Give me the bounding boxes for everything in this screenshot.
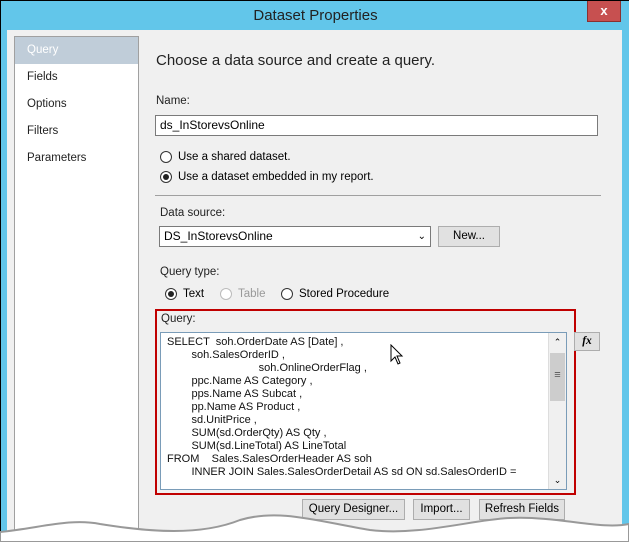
radio-button [220,288,232,300]
radio-query-table: Table [220,288,266,300]
window-title: Dataset Properties [253,7,378,24]
query-label: Query: [161,313,196,325]
close-button[interactable]: x [587,1,621,22]
chevron-up-icon[interactable]: ⌃ [549,333,566,351]
expression-fx-button[interactable]: fx [574,332,600,351]
datasource-label: Data source: [160,207,226,219]
query-text: SELECT soh.OrderDate AS [Date] , soh.Sal… [167,336,517,478]
sidebar-nav: Query Fields Options Filters Parameters [14,36,139,542]
radio-button[interactable] [160,151,172,163]
query-type-label: Query type: [160,266,220,278]
radio-shared-dataset[interactable]: Use a shared dataset. [160,151,291,163]
name-label: Name: [156,95,190,107]
radio-label: Use a dataset embedded in my report. [178,171,374,183]
scrollbar-thumb[interactable]: ≡ [550,353,565,401]
nav-item-fields[interactable]: Fields [15,64,138,91]
torn-edge [0,514,629,542]
query-scrollbar[interactable]: ⌃ ≡ ⌄ [548,333,566,489]
query-textarea[interactable]: SELECT soh.OrderDate AS [Date] , soh.Sal… [160,332,567,490]
radio-query-stored-procedure[interactable]: Stored Procedure [281,288,389,300]
radio-button[interactable] [281,288,293,300]
radio-embedded-dataset[interactable]: Use a dataset embedded in my report. [160,171,374,183]
nav-item-options[interactable]: Options [15,91,138,118]
chevron-down-icon: ⌄ [417,231,426,242]
radio-label: Stored Procedure [299,288,390,300]
page-heading: Choose a data source and create a query. [156,52,436,69]
chevron-down-icon[interactable]: ⌄ [549,471,566,489]
radio-query-text[interactable]: Text [165,288,204,300]
radio-button[interactable] [160,171,172,183]
radio-label: Text [183,288,205,300]
nav-item-filters[interactable]: Filters [15,118,138,145]
nav-item-parameters[interactable]: Parameters [15,145,138,172]
divider [155,195,601,196]
radio-label: Use a shared dataset. [178,151,291,163]
new-datasource-button[interactable]: New... [438,226,500,247]
datasource-select[interactable]: DS_InStorevsOnline ⌄ [159,226,431,247]
mouse-cursor-icon [390,344,404,365]
name-input[interactable]: ds_InStorevsOnline [155,115,598,136]
radio-button[interactable] [165,288,177,300]
nav-item-query[interactable]: Query [15,37,138,64]
radio-label: Table [238,288,266,300]
datasource-value: DS_InStorevsOnline [164,229,273,243]
